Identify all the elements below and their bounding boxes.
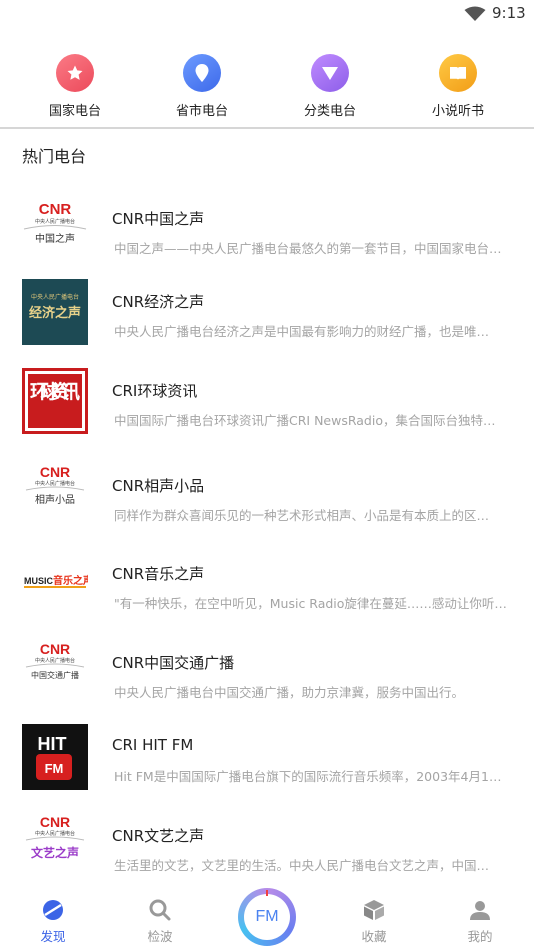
search-icon [149,899,171,921]
category-national[interactable]: 国家电台 [25,52,125,122]
station-desc: Hit FM是中国国际广播电台旗下的国际流行音乐频率，2003年4月1… [114,769,502,784]
logo-caption: FM [45,761,64,776]
fm-button[interactable]: FM [238,888,296,946]
logo-title: CNR [40,464,70,480]
logo-caption: 相声小品 [35,493,75,506]
station-desc: 同样作为群众喜闻乐见的一种艺术形式相声、小品是有本质上的区… [114,508,490,523]
category-genre[interactable]: 分类电台 [280,52,380,122]
station-logo: 环球资讯 [22,368,88,434]
station-name: CNR中国之声 [112,210,205,228]
logo-caption: 文艺之声 [31,845,79,860]
station-desc: 中央人民广播电台经济之声是中国最有影响力的财经广播，也是唯… [114,324,490,339]
tab-mine[interactable]: 我的 [450,898,510,945]
discover-icon [43,900,63,920]
location-pin-icon [183,54,221,92]
logo-caption: 环球资讯 [30,380,80,403]
station-name: CNR文艺之声 [112,827,205,845]
station-desc: 中国之声——中央人民广播电台最悠久的第一套节目，中国国家电台… [114,241,502,256]
logo-title: CNR [39,201,72,218]
tab-label: 我的 [467,929,493,944]
station-item[interactable]: CNR 中央人民广播电台 中国之声 CNR中国之声 中国之声——中央人民广播电台… [0,196,534,285]
category-provincial[interactable]: 省市电台 [152,52,252,122]
bottom-tab-bar: 发现 检波 FM 收藏 我的 [0,884,534,949]
divider [0,127,534,129]
station-name: CNR经济之声 [112,293,205,311]
box-icon [364,900,384,920]
station-name: CNR相声小品 [112,477,205,495]
wifi-icon [464,6,486,21]
logo-caption: 中国之声 [35,232,75,245]
triangle-down-icon [311,54,349,92]
user-icon [470,901,490,920]
logo-title: MUSIC [24,576,54,586]
logo-subtitle: 中央人民广播电台 [35,657,75,664]
fm-label: FM [255,908,279,925]
logo-title: CNR [40,814,70,830]
logo-subtitle: 中央人民广播电台 [35,480,75,487]
logo-caption: 音乐之声 [53,574,88,587]
fm-dial-icon [266,890,268,896]
category-label: 小说听书 [431,104,484,119]
station-name: CRI HIT FM [112,736,194,754]
station-desc: "有一种快乐，在空中听见，Music Radio旋律在蔓延……感动让你听… [114,596,507,611]
status-time: 9:13 [492,4,526,22]
station-item[interactable]: CNR 中央人民广播电台 相声小品 CNR相声小品 同样作为群众喜闻乐见的一种艺… [0,463,534,552]
section-title: 热门电台 [22,147,87,166]
station-item[interactable]: 中央人民广播电台 经济之声 CNR经济之声 中央人民广播电台经济之声是中国最有影… [0,279,534,368]
station-item[interactable]: CNR 中央人民广播电台 中国交通广播 CNR中国交通广播 中央人民广播电台中国… [0,640,534,729]
station-desc: 中央人民广播电台中国交通广播，助力京津冀，服务中国出行。 [114,685,465,700]
station-logo: CNR 中央人民广播电台 文艺之声 [22,813,88,879]
station-name: CNR中国交通广播 [112,654,235,672]
station-logo: HIT FM [22,724,88,790]
tab-label: 收藏 [361,929,387,944]
station-item[interactable]: MUSIC 音乐之声 CNR音乐之声 "有一种快乐，在空中听见，Music Ra… [0,551,534,640]
category-label: 分类电台 [303,104,356,119]
station-name: CNR音乐之声 [112,565,205,583]
station-logo: 中央人民广播电台 经济之声 [22,279,88,345]
logo-caption: 中国交通广播 [31,670,79,680]
station-desc: 中国国际广播电台环球资讯广播CRI NewsRadio，集合国际台独特… [114,413,496,428]
station-item[interactable]: HIT FM CRI HIT FM Hit FM是中国国际广播电台旗下的国际流行… [0,724,534,813]
station-desc: 生活里的文艺，文艺里的生活。中央人民广播电台文艺之声，中国… [114,858,490,873]
station-logo: CNR 中央人民广播电台 中国之声 [22,196,88,262]
station-logo: MUSIC 音乐之声 [22,551,88,617]
logo-caption: 经济之声 [29,305,81,321]
station-logo: CNR 中央人民广播电台 中国交通广播 [22,640,88,706]
logo-title: 中央人民广播电台 [31,293,79,301]
tab-label: 发现 [40,929,66,944]
station-item[interactable]: 环球资讯 CRI环球资讯 中国国际广播电台环球资讯广播CRI NewsRadio… [0,368,534,457]
tab-label: 检波 [147,929,173,944]
category-label: 国家电台 [48,104,101,119]
tab-favorites[interactable]: 收藏 [344,898,404,945]
category-row: 国家电台 省市电台 分类电台 小说听书 [0,52,534,122]
category-label: 省市电台 [175,104,228,119]
book-icon [439,54,477,92]
logo-title: CNR [40,641,70,657]
tab-discover[interactable]: 发现 [23,898,83,945]
logo-subtitle: 中央人民广播电台 [35,218,75,225]
logo-subtitle: 中央人民广播电台 [35,830,75,837]
category-audiobook[interactable]: 小说听书 [408,52,508,122]
station-logo: CNR 中央人民广播电台 相声小品 [22,463,88,529]
tab-search[interactable]: 检波 [130,898,190,945]
station-name: CRI环球资讯 [112,382,198,400]
star-icon [56,54,94,92]
status-bar: 9:13 [0,0,534,30]
logo-title: HIT [38,734,67,754]
